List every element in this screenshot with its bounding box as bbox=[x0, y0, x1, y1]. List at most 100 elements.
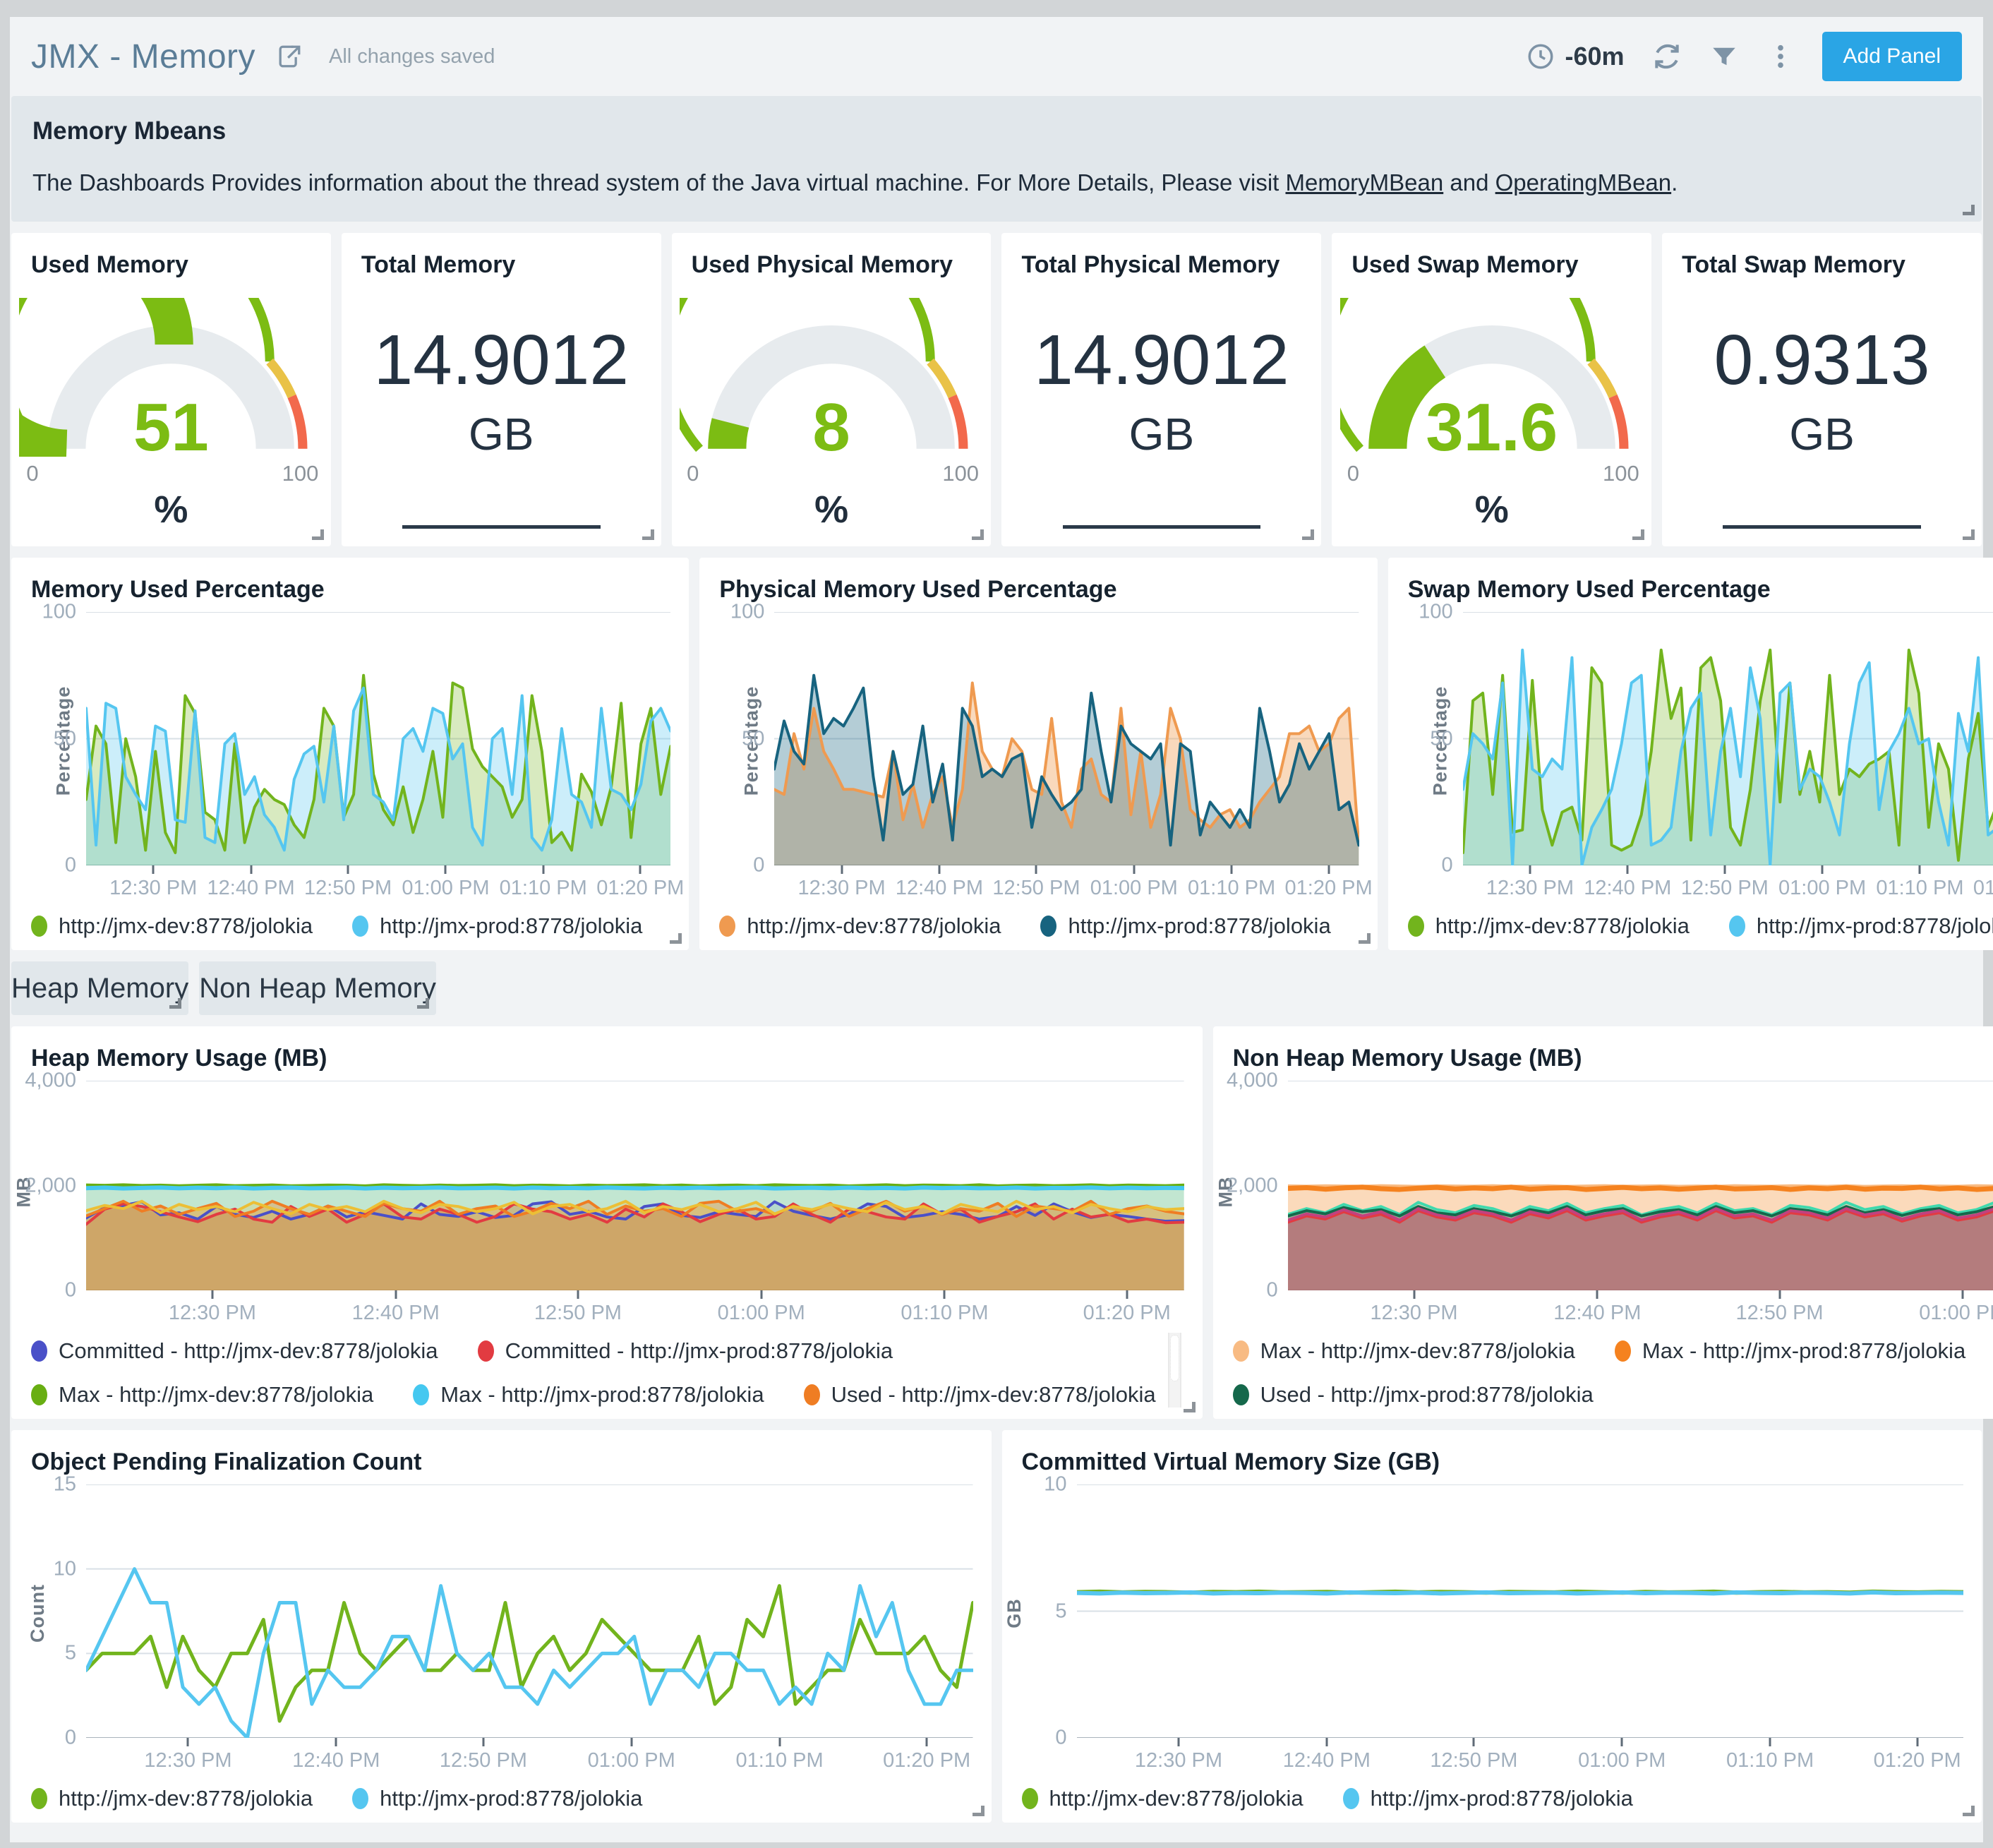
legend-series-dot bbox=[1615, 1340, 1631, 1362]
panel-resize-handle[interactable] bbox=[972, 529, 984, 540]
used-physical-memory-gauge[interactable]: 8 bbox=[680, 298, 983, 457]
panel-resize-handle[interactable] bbox=[1963, 529, 1975, 540]
legend-series-dot bbox=[352, 1788, 368, 1809]
legend-item[interactable]: http://jmx-dev:8778/jolokia bbox=[1022, 1786, 1303, 1811]
legend-series-label: Max - http://jmx-dev:8778/jolokia bbox=[1260, 1338, 1575, 1364]
panel-total-swap-memory: Total Swap Memory 0.9313 GB bbox=[1662, 233, 1982, 546]
gauge-unit: % bbox=[1475, 488, 1509, 532]
panel-resize-handle[interactable] bbox=[1963, 1806, 1975, 1816]
legend-series-label: Used - http://jmx-prod:8778/jolokia bbox=[1260, 1382, 1594, 1408]
chart-legend: http://jmx-dev:8778/jolokia http://jmx-pr… bbox=[1009, 1779, 1964, 1813]
panel-heap-memory-usage: Heap Memory Usage (MB) MB02,0004,00012:3… bbox=[11, 1026, 1203, 1419]
x-axis: 12:30 PM12:40 PM12:50 PM01:00 PM01:10 PM… bbox=[86, 865, 670, 906]
refresh-icon[interactable] bbox=[1651, 41, 1682, 72]
legend-series-dot bbox=[31, 1340, 47, 1362]
legend-item[interactable]: Committed - http://jmx-prod:8778/jolokia bbox=[478, 1338, 893, 1364]
text-panel-description: The Dashboards Provides information abou… bbox=[32, 169, 1961, 196]
panel-title: Physical Memory Used Percentage bbox=[699, 558, 1377, 608]
section-title: Heap Memory bbox=[11, 973, 188, 1004]
chart-plot-area[interactable] bbox=[774, 612, 1359, 865]
legend-series-label: http://jmx-prod:8778/jolokia bbox=[380, 913, 642, 939]
legend-series-label: Max - http://jmx-prod:8778/jolokia bbox=[1642, 1338, 1965, 1364]
used-memory-gauge[interactable]: 51 bbox=[19, 298, 323, 457]
legend-scrollbar-thumb[interactable] bbox=[1170, 1335, 1179, 1381]
stat-value: 14.9012 bbox=[374, 320, 629, 401]
legend-item[interactable]: Committed - http://jmx-dev:8778/jolokia bbox=[31, 1338, 438, 1364]
chart-plot-area[interactable] bbox=[1288, 1081, 1993, 1290]
legend-item[interactable]: http://jmx-prod:8778/jolokia bbox=[352, 1786, 642, 1811]
legend-series-dot bbox=[1233, 1340, 1249, 1362]
legend-series-dot bbox=[413, 1384, 429, 1405]
legend-series-dot bbox=[1022, 1788, 1038, 1809]
legend-item[interactable]: http://jmx-dev:8778/jolokia bbox=[31, 913, 313, 939]
panel-swap-memory-used-percentage: Swap Memory Used Percentage Percentage05… bbox=[1388, 558, 1993, 950]
panel-resize-handle[interactable] bbox=[670, 933, 682, 944]
chart-plot-area[interactable] bbox=[1077, 1484, 1964, 1738]
legend-item[interactable]: Used - http://jmx-dev:8778/jolokia bbox=[804, 1382, 1156, 1408]
operatingmbean-link[interactable]: OperatingMBean bbox=[1495, 169, 1671, 196]
chart-legend: http://jmx-dev:8778/jolokia http://jmx-pr… bbox=[18, 906, 670, 940]
legend-item[interactable]: http://jmx-prod:8778/jolokia bbox=[352, 913, 642, 939]
panel-title: Total Swap Memory bbox=[1662, 233, 1982, 283]
legend-series-label: http://jmx-prod:8778/jolokia bbox=[380, 1786, 642, 1811]
chart-legend: Committed - http://jmx-dev:8778/jolokia C… bbox=[18, 1331, 1184, 1409]
legend-series-label: http://jmx-prod:8778/jolokia bbox=[1371, 1786, 1633, 1811]
legend-series-dot bbox=[1729, 916, 1745, 937]
legend-item[interactable]: Max - http://jmx-dev:8778/jolokia bbox=[1233, 1338, 1575, 1364]
panel-resize-handle[interactable] bbox=[1632, 529, 1644, 540]
time-range-control[interactable]: -60m bbox=[1526, 42, 1625, 71]
panel-committed-virtual-memory-size: Committed Virtual Memory Size (GB) GB051… bbox=[1002, 1430, 1982, 1823]
chart-plot-area[interactable] bbox=[86, 1081, 1184, 1290]
legend-item[interactable]: Used - http://jmx-prod:8778/jolokia bbox=[1233, 1382, 1594, 1408]
panel-title: Object Pending Finalization Count bbox=[11, 1430, 992, 1480]
panel-resize-handle[interactable] bbox=[642, 529, 654, 540]
panel-resize-handle[interactable] bbox=[1359, 933, 1371, 944]
stat-value: 14.9012 bbox=[1034, 320, 1289, 401]
bottom-charts-row: Object Pending Finalization Count Count0… bbox=[11, 1430, 1982, 1823]
chart-plot-area[interactable] bbox=[1463, 612, 1993, 865]
legend-item[interactable]: http://jmx-dev:8778/jolokia bbox=[719, 913, 1001, 939]
panel-title: Heap Memory Usage (MB) bbox=[11, 1026, 1203, 1076]
panel-resize-handle[interactable] bbox=[169, 998, 181, 1009]
panel-non-heap-memory-usage: Non Heap Memory Usage (MB) MB02,0004,000… bbox=[1213, 1026, 1993, 1419]
legend-item[interactable]: http://jmx-dev:8778/jolokia bbox=[1408, 913, 1690, 939]
y-axis-tick-labels: 0510 bbox=[1009, 1484, 1077, 1738]
panel-resize-handle[interactable] bbox=[1963, 205, 1975, 215]
legend-item[interactable]: http://jmx-prod:8778/jolokia bbox=[1040, 913, 1330, 939]
y-axis-tick-labels: 050100 bbox=[1395, 612, 1463, 865]
legend-series-label: http://jmx-dev:8778/jolokia bbox=[59, 1786, 313, 1811]
y-axis-tick-labels: 02,0004,000 bbox=[1220, 1081, 1288, 1290]
used-swap-memory-gauge[interactable]: 31.6 bbox=[1340, 298, 1644, 457]
x-axis: 12:30 PM12:40 PM12:50 PM01:00 PM01:10 PM… bbox=[1463, 865, 1993, 906]
legend-item[interactable]: http://jmx-dev:8778/jolokia bbox=[31, 1786, 313, 1811]
save-status: All changes saved bbox=[329, 45, 495, 68]
share-icon[interactable] bbox=[274, 41, 305, 72]
panel-resize-handle[interactable] bbox=[973, 1806, 985, 1816]
section-headers-row: Heap Memory Non Heap Memory bbox=[11, 961, 1982, 1015]
panel-total-memory: Total Memory 14.9012 GB bbox=[342, 233, 661, 546]
filter-icon[interactable] bbox=[1709, 42, 1739, 71]
chart-plot-area[interactable] bbox=[86, 1484, 973, 1738]
gauge-value: 51 bbox=[19, 389, 323, 467]
panel-resize-handle[interactable] bbox=[417, 998, 429, 1009]
legend-series-dot bbox=[1343, 1788, 1359, 1809]
legend-series-label: http://jmx-prod:8778/jolokia bbox=[1757, 913, 1993, 939]
memorymbean-link[interactable]: MemoryMBean bbox=[1286, 169, 1444, 196]
kebab-menu-icon[interactable] bbox=[1766, 42, 1795, 71]
legend-item[interactable]: http://jmx-prod:8778/jolokia bbox=[1729, 913, 1993, 939]
legend-series-dot bbox=[1233, 1384, 1249, 1405]
legend-item[interactable]: Max - http://jmx-prod:8778/jolokia bbox=[1615, 1338, 1965, 1364]
add-panel-button[interactable]: Add Panel bbox=[1822, 32, 1962, 81]
legend-item[interactable]: Max - http://jmx-dev:8778/jolokia bbox=[31, 1382, 373, 1408]
panel-title: Used Swap Memory bbox=[1332, 233, 1651, 283]
legend-item[interactable]: Max - http://jmx-prod:8778/jolokia bbox=[413, 1382, 764, 1408]
panel-resize-handle[interactable] bbox=[312, 529, 324, 540]
text-panel-title: Memory Mbeans bbox=[32, 117, 1961, 145]
stats-row: Used Memory 51 0100 % Total Memory 14.90… bbox=[11, 233, 1982, 546]
chart-plot-area[interactable] bbox=[86, 612, 670, 865]
legend-series-label: Used - http://jmx-dev:8778/jolokia bbox=[831, 1382, 1156, 1408]
legend-scrollbar[interactable] bbox=[1168, 1333, 1181, 1408]
panel-resize-handle[interactable] bbox=[1184, 1402, 1196, 1412]
legend-item[interactable]: http://jmx-prod:8778/jolokia bbox=[1343, 1786, 1633, 1811]
panel-resize-handle[interactable] bbox=[1302, 529, 1314, 540]
